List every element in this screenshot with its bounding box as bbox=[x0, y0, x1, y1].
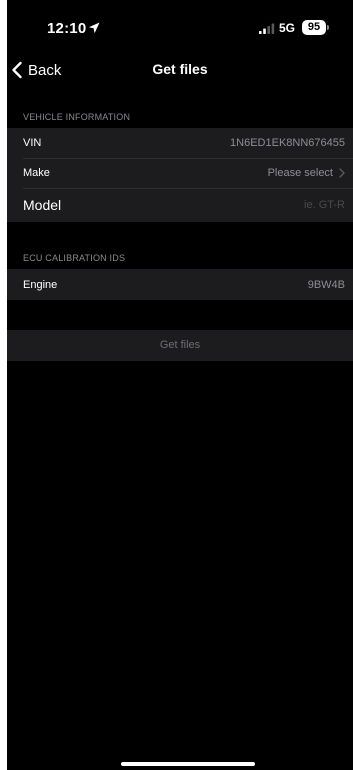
screen: 12:10 5G 95 Back Get files VEHICLE INFOR… bbox=[7, 0, 353, 770]
cellular-signal-icon bbox=[259, 23, 275, 34]
back-button[interactable]: Back bbox=[10, 59, 61, 81]
vin-row: VIN 1N6ED1EK8NN676455 bbox=[7, 128, 353, 158]
back-label: Back bbox=[28, 61, 62, 79]
engine-row: Engine 9BW4B bbox=[7, 269, 353, 300]
status-time: 12:10 bbox=[47, 20, 87, 37]
model-row[interactable]: Model bbox=[7, 188, 353, 222]
chevron-right-icon bbox=[339, 168, 345, 178]
vin-value: 1N6ED1EK8NN676455 bbox=[230, 137, 345, 149]
status-bar: 12:10 5G 95 bbox=[7, 0, 353, 50]
home-indicator bbox=[121, 762, 255, 766]
navigation-bar: Back Get files bbox=[7, 52, 353, 88]
make-select-value: Please select bbox=[267, 167, 333, 179]
vin-label: VIN bbox=[23, 137, 42, 149]
model-label: Model bbox=[23, 197, 62, 213]
section-header-ecu-calibration-ids: ECU CALIBRATION IDS bbox=[23, 253, 126, 263]
battery-terminal bbox=[327, 25, 329, 30]
chevron-left-icon bbox=[12, 61, 22, 79]
ecu-calibration-group: Engine 9BW4B bbox=[7, 269, 353, 300]
make-value[interactable]: Please select bbox=[268, 167, 345, 179]
engine-label: Engine bbox=[23, 278, 58, 291]
engine-value: 9BW4B bbox=[307, 278, 345, 291]
make-row[interactable]: Make Please select bbox=[7, 158, 353, 188]
battery-indicator: 95 bbox=[302, 20, 326, 35]
make-label: Make bbox=[23, 167, 50, 179]
section-header-vehicle-information: VEHICLE INFORMATION bbox=[23, 112, 131, 122]
model-input[interactable] bbox=[225, 199, 345, 211]
vehicle-information-group: VIN 1N6ED1EK8NN676455 Make Please select… bbox=[7, 128, 353, 222]
network-label: 5G bbox=[279, 21, 296, 35]
get-files-button[interactable]: Get files bbox=[7, 330, 353, 361]
location-arrow-icon bbox=[88, 22, 100, 34]
